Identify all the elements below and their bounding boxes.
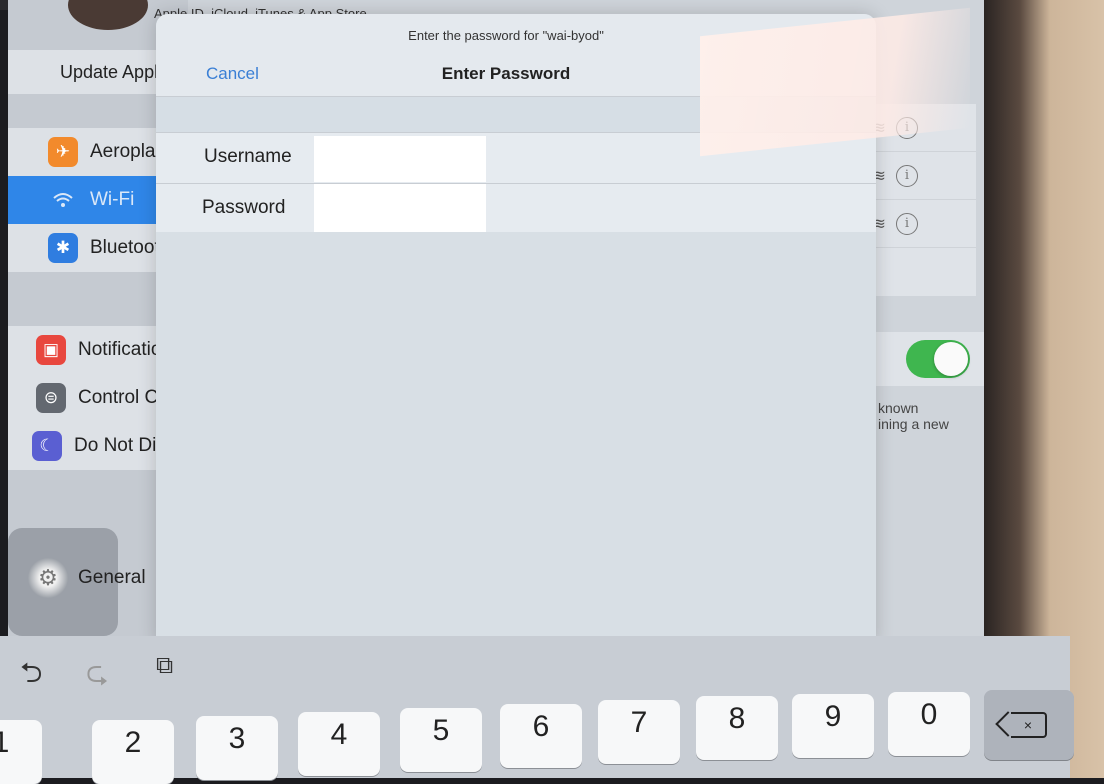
note-line: known bbox=[878, 400, 919, 416]
toggle-knob bbox=[934, 342, 968, 376]
sidebar-item-label: Wi-Fi bbox=[90, 189, 135, 210]
redo-icon[interactable]: ⮎ bbox=[86, 652, 108, 700]
key-2[interactable]: 2 bbox=[92, 720, 174, 784]
delete-icon: × bbox=[1011, 712, 1047, 738]
bluetooth-icon: ✱ bbox=[48, 233, 78, 263]
delete-key[interactable]: × bbox=[984, 690, 1074, 760]
sheet-body bbox=[156, 232, 876, 644]
key-8[interactable]: 8 bbox=[696, 696, 778, 760]
key-1[interactable]: 1 bbox=[0, 720, 42, 784]
control-centre-icon: ⊜ bbox=[36, 383, 66, 413]
paste-icon[interactable]: ⧉ bbox=[156, 652, 173, 680]
moon-icon: ☾ bbox=[32, 431, 62, 461]
password-label: Password bbox=[202, 197, 286, 218]
notifications-icon: ▣ bbox=[36, 335, 66, 365]
sidebar-item-label: General bbox=[78, 567, 146, 588]
wifi-icon bbox=[48, 185, 78, 215]
key-4[interactable]: 4 bbox=[298, 712, 380, 776]
undo-icon[interactable]: ⮌ bbox=[20, 652, 42, 700]
ask-to-join-toggle[interactable] bbox=[906, 340, 970, 378]
airplane-icon: ✈ bbox=[48, 137, 78, 167]
info-icon[interactable]: i bbox=[895, 212, 918, 235]
key-7[interactable]: 7 bbox=[598, 700, 680, 764]
username-label: Username bbox=[204, 146, 292, 167]
key-6[interactable]: 6 bbox=[500, 704, 582, 768]
ask-to-join-row bbox=[868, 332, 988, 386]
ask-to-join-note: known ining a new bbox=[878, 400, 949, 432]
info-icon[interactable]: i bbox=[895, 164, 918, 187]
password-row: Password bbox=[156, 183, 876, 234]
avatar bbox=[68, 0, 148, 30]
password-field[interactable] bbox=[314, 184, 486, 232]
key-0[interactable]: 0 bbox=[888, 692, 970, 756]
key-5[interactable]: 5 bbox=[400, 708, 482, 772]
gear-icon: ⚙ bbox=[28, 558, 68, 598]
key-9[interactable]: 9 bbox=[792, 694, 874, 758]
note-line: ining a new bbox=[878, 416, 949, 432]
username-field[interactable] bbox=[314, 136, 486, 182]
key-3[interactable]: 3 bbox=[196, 716, 278, 780]
